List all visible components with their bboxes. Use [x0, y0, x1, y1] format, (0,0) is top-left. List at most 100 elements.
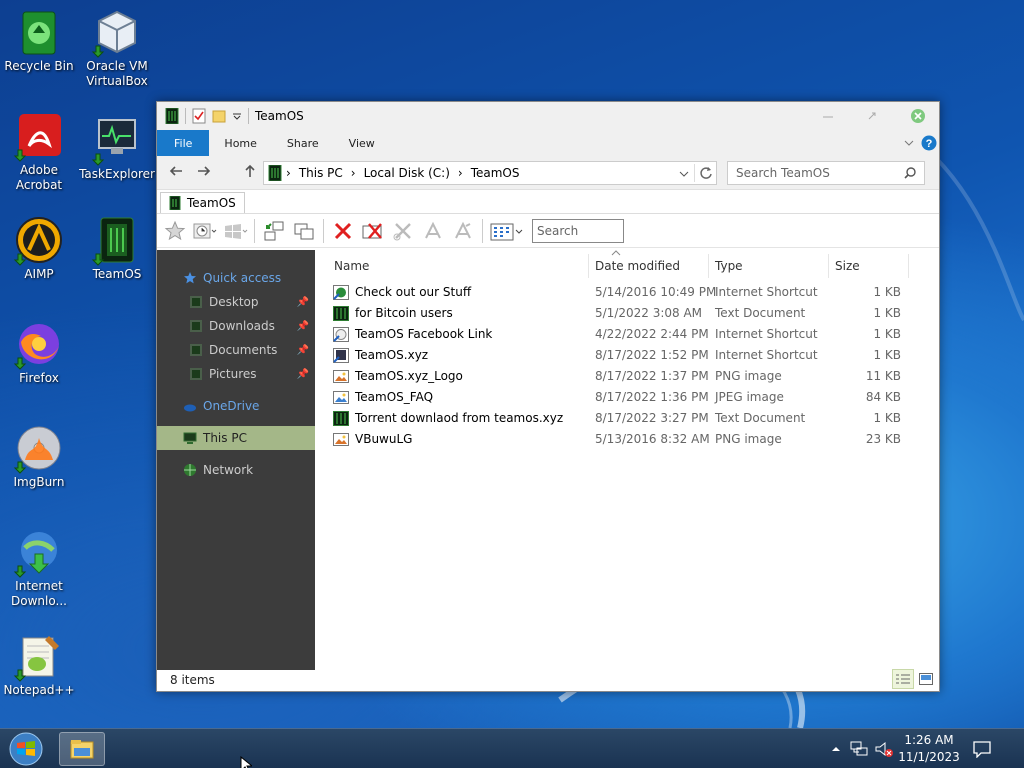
favorites-button[interactable]	[161, 218, 189, 244]
back-button[interactable]	[165, 165, 187, 181]
desktop-icon-firefox[interactable]: Firefox	[0, 320, 78, 386]
column-header-date-modified[interactable]: Date modified	[589, 254, 709, 278]
nav-this-pc[interactable]: This PC	[157, 426, 315, 450]
column-header-name[interactable]: Name	[315, 254, 589, 278]
item-count: 8 items	[170, 673, 215, 687]
desktop-icon-label: TaskExplorer	[79, 167, 155, 181]
pin-icon[interactable]: 📌	[297, 321, 309, 332]
pin-icon[interactable]: 📌	[297, 345, 309, 356]
file-row[interactable]: TeamOS.xyz_Logo 8/17/2022 1:37 PM PNG im…	[315, 366, 939, 387]
desktop-icon-teamos[interactable]: TeamOS	[78, 216, 156, 282]
desktop-icon-virtualbox[interactable]: Oracle VM VirtualBox	[78, 8, 156, 89]
file-row[interactable]: TeamOS_FAQ 8/17/2022 1:36 PM JPEG image …	[315, 387, 939, 408]
undo-button[interactable]	[419, 218, 447, 244]
nav-documents[interactable]: Documents 📌	[157, 338, 315, 362]
desktop-icon-recycle-bin[interactable]: Recycle Bin	[0, 8, 78, 74]
nav-network[interactable]: Network	[157, 458, 315, 482]
tab-share[interactable]: Share	[272, 130, 334, 156]
breadcrumb-separator[interactable]: ›	[282, 166, 295, 180]
start-button[interactable]	[6, 731, 46, 767]
file-row[interactable]: Torrent downlaod from teamos.xyz 8/17/20…	[315, 408, 939, 429]
search-box[interactable]: Search TeamOS	[727, 161, 925, 185]
expand-ribbon-icon[interactable]	[903, 138, 915, 148]
address-bar[interactable]: › This PC › Local Disk (C:) › TeamOS	[263, 161, 717, 185]
file-list: Name Date modified Type Size Check out o…	[315, 250, 939, 670]
volume-muted-icon[interactable]	[874, 740, 894, 758]
delete-button[interactable]	[329, 218, 357, 244]
view-options-button[interactable]	[488, 218, 524, 244]
pin-icon[interactable]: 📌	[297, 369, 309, 380]
nav-label: OneDrive	[203, 399, 260, 413]
move-to-button[interactable]	[260, 218, 288, 244]
file-date: 8/17/2022 1:52 PM	[595, 348, 709, 362]
desktop-icon-aimp[interactable]: AIMP	[0, 216, 78, 282]
nav-label: Network	[203, 463, 254, 477]
windows-button[interactable]	[221, 218, 249, 244]
column-header-size[interactable]: Size	[829, 254, 909, 278]
new-folder-icon[interactable]	[212, 109, 226, 123]
details-view-button[interactable]	[892, 669, 914, 689]
desktop-icon-internet-download-manager[interactable]: Internet Downlo...	[0, 528, 78, 609]
nav-downloads[interactable]: Downloads 📌	[157, 314, 315, 338]
history-button[interactable]	[191, 218, 219, 244]
redo-button[interactable]	[449, 218, 477, 244]
file-name: TeamOS_FAQ	[355, 390, 434, 404]
cut-button[interactable]	[389, 218, 417, 244]
column-header-type[interactable]: Type	[709, 254, 829, 278]
breadcrumb-separator[interactable]: ›	[454, 166, 467, 180]
delete-permanently-button[interactable]	[359, 218, 387, 244]
clock-time: 1:26 AM	[904, 733, 954, 747]
minimize-button[interactable]	[805, 102, 851, 130]
file-name: TeamOS.xyz_Logo	[355, 369, 463, 383]
address-dropdown-icon[interactable]	[678, 169, 690, 179]
refresh-icon[interactable]	[699, 166, 713, 180]
help-icon[interactable]: ?	[921, 135, 937, 151]
computer-icon	[183, 432, 197, 444]
jpeg-image-icon	[333, 391, 349, 404]
tab-home[interactable]: Home	[209, 130, 271, 156]
file-row[interactable]: TeamOS Facebook Link 4/22/2022 2:44 PM I…	[315, 324, 939, 345]
nav-quick-access[interactable]: Quick access	[157, 266, 315, 290]
taskbar-file-explorer[interactable]	[59, 732, 105, 766]
nav-pictures[interactable]: Pictures 📌	[157, 362, 315, 386]
breadcrumb-separator[interactable]: ›	[347, 166, 360, 180]
desktop-icon-imgburn[interactable]: ImgBurn	[0, 424, 78, 490]
folder-tab[interactable]: TeamOS	[160, 192, 245, 213]
file-row[interactable]: Check out our Stuff 5/14/2016 10:49 PM I…	[315, 282, 939, 303]
up-button[interactable]	[239, 164, 261, 182]
file-row[interactable]: TeamOS.xyz 8/17/2022 1:52 PM Internet Sh…	[315, 345, 939, 366]
desktop-icon-label: Recycle Bin	[4, 59, 74, 73]
properties-icon[interactable]	[192, 108, 206, 124]
breadcrumb-teamos[interactable]: TeamOS	[467, 166, 524, 180]
taskbar: 1:26 AM 11/1/2023	[0, 728, 1024, 768]
nav-onedrive[interactable]: OneDrive	[157, 394, 315, 418]
tab-file[interactable]: File	[157, 130, 210, 156]
tab-view[interactable]: View	[334, 130, 390, 156]
file-row[interactable]: for Bitcoin users 5/1/2022 3:08 AM Text …	[315, 303, 939, 324]
toolbar-search-input[interactable]: Search	[532, 218, 624, 243]
pin-icon[interactable]: 📌	[297, 297, 309, 308]
show-hidden-icons-icon[interactable]	[830, 743, 842, 755]
taskbar-clock[interactable]: 1:26 AM 11/1/2023	[896, 732, 962, 766]
nav-label: Downloads	[209, 319, 275, 333]
windows-logo-icon	[225, 223, 248, 239]
breadcrumb-local-disk[interactable]: Local Disk (C:)	[360, 166, 454, 180]
forward-button[interactable]	[193, 165, 215, 181]
desktop-icon-notepad-plus-plus[interactable]: Notepad++	[0, 632, 78, 698]
title-bar[interactable]: TeamOS	[157, 102, 939, 130]
close-button[interactable]	[895, 102, 941, 130]
acrobat-icon	[13, 112, 63, 162]
copy-to-button[interactable]	[290, 218, 318, 244]
chevron-down-icon[interactable]	[232, 110, 242, 122]
maximize-button[interactable]	[849, 102, 895, 130]
file-row[interactable]: VBuwuLG 5/13/2016 8:32 AM PNG image 23 K…	[315, 429, 939, 450]
history-clock-icon	[193, 223, 217, 238]
desktop-icon-adobe-acrobat[interactable]: Adobe Acrobat	[0, 112, 78, 193]
nav-desktop[interactable]: Desktop 📌	[157, 290, 315, 314]
large-icons-view-button[interactable]	[916, 669, 936, 689]
network-status-icon[interactable]	[850, 740, 868, 758]
notifications-icon[interactable]	[973, 740, 991, 758]
star-icon	[164, 220, 186, 240]
breadcrumb-this-pc[interactable]: This PC	[295, 166, 347, 180]
desktop-icon-taskexplorer[interactable]: TaskExplorer	[78, 116, 156, 182]
